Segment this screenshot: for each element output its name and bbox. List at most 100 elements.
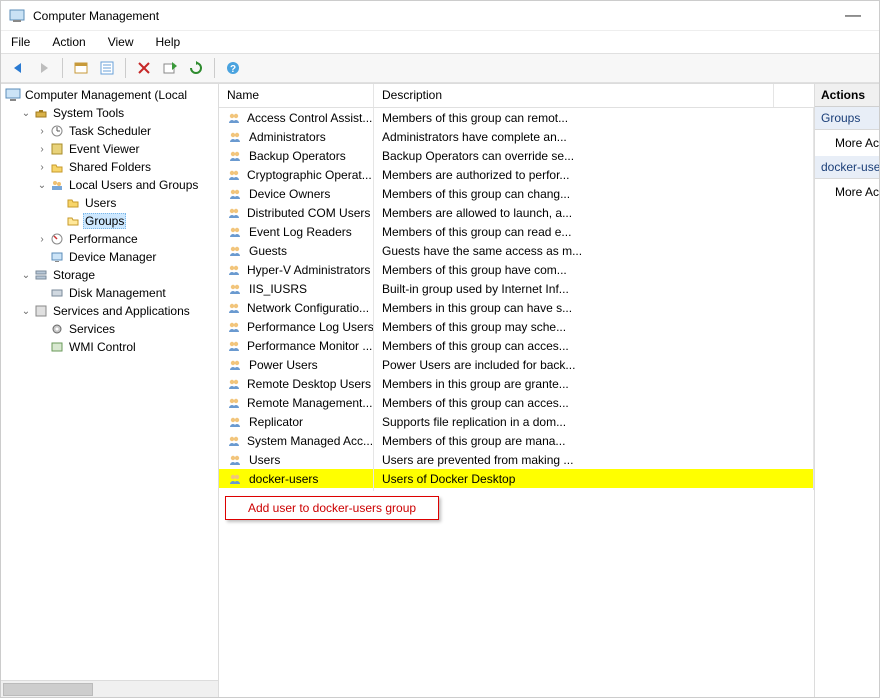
- actions-header: Actions: [815, 84, 879, 107]
- group-icon: [227, 414, 243, 430]
- disk-icon: [49, 285, 65, 301]
- row-name: Remote Desktop Users: [247, 377, 371, 391]
- window-title: Computer Management: [33, 9, 159, 23]
- row-name: Administrators: [249, 130, 326, 144]
- titlebar: Computer Management —: [1, 1, 879, 31]
- group-icon: [227, 452, 243, 468]
- toolbar: ?: [1, 53, 879, 83]
- tree-services[interactable]: Services: [3, 320, 218, 338]
- menu-view[interactable]: View: [104, 33, 138, 51]
- group-icon: [227, 471, 243, 487]
- group-icon: [227, 148, 243, 164]
- group-icon: [227, 319, 241, 335]
- row-name: docker-users: [249, 472, 318, 486]
- tree-wmi-control[interactable]: WMI Control: [3, 338, 218, 356]
- new-window-icon[interactable]: [70, 57, 92, 79]
- group-icon: [227, 186, 243, 202]
- tree-system-tools[interactable]: ⌄System Tools: [3, 104, 218, 122]
- actions-pane: Actions Groups More Actions docker-users…: [815, 84, 879, 697]
- list-header[interactable]: Name Description: [219, 84, 814, 108]
- delete-icon[interactable]: [133, 57, 155, 79]
- device-icon: [49, 249, 65, 265]
- services-apps-icon: [33, 303, 49, 319]
- tree-local-users-groups[interactable]: ⌄Local Users and Groups: [3, 176, 218, 194]
- performance-icon: [49, 231, 65, 247]
- column-description[interactable]: Description: [374, 84, 774, 107]
- list-row[interactable]: docker-users Users of Docker Desktop: [219, 469, 814, 488]
- export-icon[interactable]: [159, 57, 181, 79]
- group-icon: [227, 205, 241, 221]
- row-name: IIS_IUSRS: [249, 282, 307, 296]
- group-icon: [227, 357, 243, 373]
- actions-more-1[interactable]: More Actions: [815, 130, 879, 156]
- help-icon[interactable]: ?: [222, 57, 244, 79]
- tree-event-viewer[interactable]: ›Event Viewer: [3, 140, 218, 158]
- tree-storage[interactable]: ⌄Storage: [3, 266, 218, 284]
- storage-icon: [33, 267, 49, 283]
- row-name: Backup Operators: [249, 149, 346, 163]
- group-icon: [227, 243, 243, 259]
- actions-group-groups[interactable]: Groups: [815, 107, 879, 130]
- group-icon: [227, 167, 241, 183]
- group-icon: [227, 376, 241, 392]
- actions-more-2[interactable]: More Actions: [815, 179, 879, 205]
- list-body: Access Control Assist...Members of this …: [219, 108, 814, 697]
- row-name: Device Owners: [249, 187, 330, 201]
- menu-action[interactable]: Action: [48, 33, 89, 51]
- row-name: Distributed COM Users: [247, 206, 370, 220]
- row-name: Replicator: [249, 415, 303, 429]
- row-name: Cryptographic Operat...: [247, 168, 372, 182]
- back-button[interactable]: [7, 57, 29, 79]
- list-pane: Name Description Access Control Assist..…: [219, 84, 815, 697]
- tree-groups[interactable]: Groups: [3, 212, 218, 230]
- tree-pane: Computer Management (Local ⌄System Tools…: [1, 84, 219, 697]
- row-name: Access Control Assist...: [247, 111, 372, 125]
- row-name: Performance Monitor ...: [247, 339, 372, 353]
- shared-folder-icon: [49, 159, 65, 175]
- clock-icon: [49, 123, 65, 139]
- folder-open-icon: [65, 213, 81, 229]
- properties-icon[interactable]: [96, 57, 118, 79]
- menu-help[interactable]: Help: [152, 33, 185, 51]
- row-name: Users: [249, 453, 280, 467]
- tree-root[interactable]: Computer Management (Local: [3, 86, 218, 104]
- menu-file[interactable]: File: [7, 33, 34, 51]
- group-icon: [227, 262, 241, 278]
- tree-device-manager[interactable]: Device Manager: [3, 248, 218, 266]
- group-icon: [227, 129, 243, 145]
- tools-icon: [33, 105, 49, 121]
- minimize-button[interactable]: —: [835, 7, 871, 25]
- group-icon: [227, 300, 241, 316]
- wmi-icon: [49, 339, 65, 355]
- group-icon: [227, 395, 241, 411]
- tree-disk-management[interactable]: Disk Management: [3, 284, 218, 302]
- event-icon: [49, 141, 65, 157]
- row-name: Network Configuratio...: [247, 301, 369, 315]
- column-name[interactable]: Name: [219, 84, 374, 107]
- row-name: Guests: [249, 244, 287, 258]
- row-name: Power Users: [249, 358, 318, 372]
- actions-group-docker-users[interactable]: docker-users: [815, 156, 879, 179]
- row-name: Hyper-V Administrators: [247, 263, 370, 277]
- row-name: Performance Log Users: [247, 320, 374, 334]
- tree-task-scheduler[interactable]: ›Task Scheduler: [3, 122, 218, 140]
- tree-horizontal-scrollbar[interactable]: [1, 680, 218, 697]
- row-name: Event Log Readers: [249, 225, 352, 239]
- group-icon: [227, 281, 243, 297]
- tree-services-apps[interactable]: ⌄Services and Applications: [3, 302, 218, 320]
- tree-shared-folders[interactable]: ›Shared Folders: [3, 158, 218, 176]
- group-icon: [227, 433, 241, 449]
- menubar: File Action View Help: [1, 31, 879, 53]
- users-groups-icon: [49, 177, 65, 193]
- app-icon: [9, 8, 25, 24]
- svg-text:?: ?: [230, 64, 236, 75]
- computer-icon: [5, 87, 21, 103]
- tree-users[interactable]: Users: [3, 194, 218, 212]
- gear-icon: [49, 321, 65, 337]
- row-name: System Managed Acc...: [247, 434, 373, 448]
- forward-button[interactable]: [33, 57, 55, 79]
- refresh-icon[interactable]: [185, 57, 207, 79]
- row-desc: Users of Docker Desktop: [374, 468, 814, 490]
- group-icon: [227, 110, 241, 126]
- tree-performance[interactable]: ›Performance: [3, 230, 218, 248]
